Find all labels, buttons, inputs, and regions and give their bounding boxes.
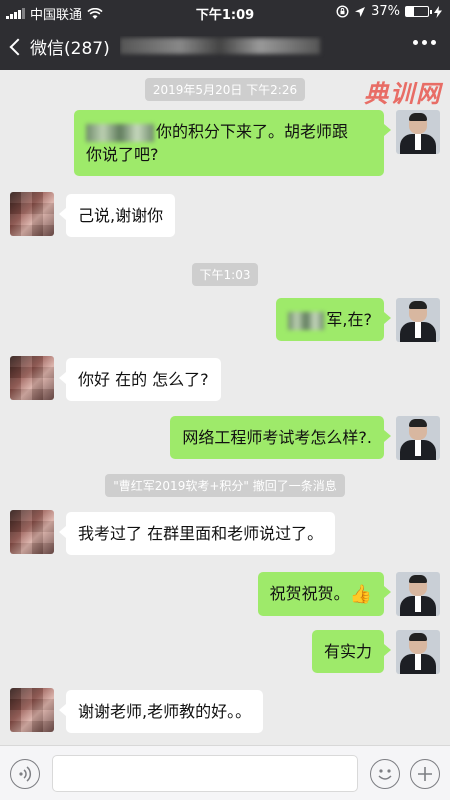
avatar-contact[interactable] — [10, 510, 54, 554]
avatar-contact[interactable] — [10, 192, 54, 236]
chevron-left-icon — [9, 38, 27, 55]
redacted-name — [288, 311, 325, 330]
charging-icon — [434, 5, 442, 18]
message-bubble-received[interactable]: 我考过了 在群里面和老师说过了。 — [58, 512, 336, 555]
message-bubble-sent[interactable]: 有实力 — [311, 630, 392, 673]
avatar-me[interactable] — [396, 110, 440, 154]
avatar-contact[interactable] — [10, 688, 54, 732]
message-bubble-sent[interactable]: 军,在? — [276, 298, 391, 341]
voice-icon — [19, 766, 32, 782]
back-label: 微信(287) — [30, 39, 110, 59]
thumbs-up-icon: 👍 — [349, 584, 372, 605]
top-bar: 中国联通 下午1:09 37% 微信(287) — [0, 0, 450, 70]
redacted-name — [86, 123, 154, 142]
message-input[interactable] — [52, 755, 358, 792]
avatar-me[interactable] — [396, 572, 440, 616]
avatar-me[interactable] — [396, 416, 440, 460]
voice-button[interactable] — [10, 759, 40, 789]
chat-title-redacted — [120, 38, 320, 54]
timestamp: 下午1:03 — [0, 263, 450, 286]
message-bubble-received[interactable]: 谢谢老师,老师教的好。。 — [58, 690, 264, 733]
message-bubble-received[interactable]: 你好 在的 怎么了? — [59, 358, 221, 401]
location-icon — [355, 6, 366, 17]
avatar-me[interactable] — [396, 298, 440, 342]
more-icon[interactable] — [413, 40, 436, 45]
emoji-icon — [378, 769, 392, 780]
lock-rotation-icon — [336, 5, 349, 18]
avatar-contact[interactable] — [10, 356, 54, 400]
chat-title — [120, 36, 340, 60]
timestamp: 2019年5月20日 下午2:26 — [0, 78, 450, 101]
message-bubble-received[interactable]: 己说,谢谢你 — [58, 194, 176, 237]
battery-icon — [405, 6, 432, 17]
input-bar — [0, 745, 450, 800]
status-bar: 中国联通 下午1:09 37% — [0, 0, 450, 24]
message-bubble-sent[interactable]: 网络工程师考试考怎么样?. — [170, 416, 391, 459]
message-bubble-sent[interactable]: 祝贺祝贺。👍 — [257, 572, 392, 616]
message-bubble-sent[interactable]: 你的积分下来了。胡老师跟 你说了吧? — [74, 110, 391, 176]
emoji-button[interactable] — [370, 759, 400, 789]
recall-notice: "曹红军2019软考+积分" 撤回了一条消息 — [0, 474, 450, 497]
battery-percent: 37% — [371, 4, 400, 19]
nav-bar: 微信(287) — [0, 26, 450, 70]
plus-button[interactable] — [410, 759, 440, 789]
plus-icon — [418, 767, 432, 781]
back-button[interactable]: 微信(287) — [8, 34, 110, 59]
avatar-me[interactable] — [396, 630, 440, 674]
